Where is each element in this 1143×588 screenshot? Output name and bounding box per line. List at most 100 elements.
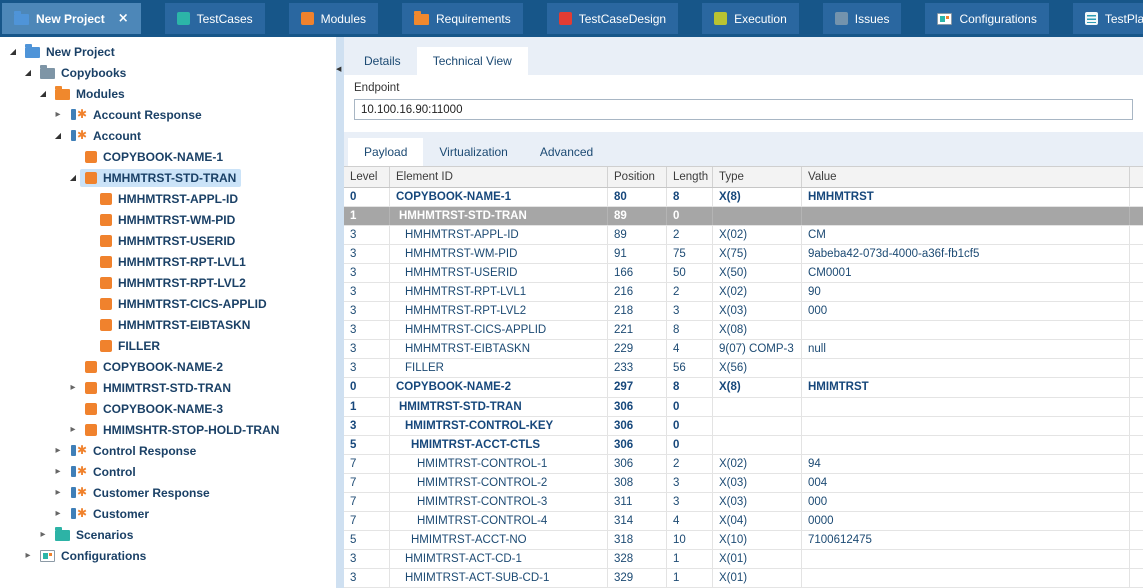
table-row[interactable]: 3HMIMTRST-ACT-CD-13281X(01) [344, 550, 1143, 569]
tab-testcases[interactable]: TestCases [165, 3, 265, 34]
tab-execution[interactable]: Execution [702, 3, 799, 34]
expand-arrow-icon[interactable]: ▸ [21, 550, 35, 561]
column-header-level[interactable]: Level [344, 167, 390, 187]
tree-item-hmimshtr-stop-hold-tran[interactable]: ▸HMIMSHTR-STOP-HOLD-TRAN [0, 419, 336, 440]
panel-splitter[interactable]: ◀ [336, 37, 344, 588]
table-row[interactable]: 1HMHMTRST-STD-TRAN890 [344, 207, 1143, 226]
table-row[interactable]: 1HMIMTRST-STD-TRAN3060 [344, 398, 1143, 417]
table-row[interactable]: 3HMIMTRST-ACT-SUB-CD-13291X(01) [344, 569, 1143, 588]
table-row[interactable]: 3HMIMTRST-CONTROL-KEY3060 [344, 417, 1143, 436]
endpoint-input[interactable] [354, 99, 1133, 120]
filler-cell [1130, 283, 1143, 301]
tree-item-copybook-name-1[interactable]: COPYBOOK-NAME-1 [0, 146, 336, 167]
tree-item-label: COPYBOOK-NAME-1 [103, 150, 223, 164]
expand-arrow-icon[interactable]: ▸ [66, 382, 80, 393]
type-cell: X(03) [713, 493, 802, 511]
tree-item-copybook-name-2[interactable]: COPYBOOK-NAME-2 [0, 356, 336, 377]
column-header-value[interactable]: Value [802, 167, 1130, 187]
tab-payload[interactable]: Payload [348, 138, 423, 166]
tab-testplanning[interactable]: TestPlanning [1073, 3, 1143, 34]
expand-arrow-icon[interactable]: ◢ [21, 68, 35, 77]
table-row[interactable]: 3HMHMTRST-RPT-LVL12162X(02)90 [344, 283, 1143, 302]
table-row[interactable]: 7HMIMTRST-CONTROL-43144X(04)0000 [344, 512, 1143, 531]
tree-item-copybook-name-3[interactable]: COPYBOOK-NAME-3 [0, 398, 336, 419]
table-row[interactable]: 3HMHMTRST-RPT-LVL22183X(03)000 [344, 302, 1143, 321]
tree-item-modules[interactable]: ◢Modules [0, 83, 336, 104]
tree-item-hmimtrst-std-tran[interactable]: ▸HMIMTRST-STD-TRAN [0, 377, 336, 398]
table-row[interactable]: 5HMIMTRST-ACCT-NO31810X(10)7100612475 [344, 531, 1143, 550]
tree-item-control-response[interactable]: ▸Control Response [0, 440, 336, 461]
expand-arrow-icon[interactable]: ▸ [51, 109, 65, 120]
tab-virtualization[interactable]: Virtualization [423, 138, 523, 166]
tree-item-new-project[interactable]: ◢New Project [0, 41, 336, 62]
tree-item-hmhmtrst-rpt-lvl1[interactable]: HMHMTRST-RPT-LVL1 [0, 251, 336, 272]
element-id-cell: HMIMTRST-CONTROL-3 [390, 493, 608, 511]
expand-arrow-icon[interactable]: ◢ [51, 131, 65, 140]
length-cell: 0 [667, 436, 713, 454]
requirements-folder-icon [414, 14, 429, 25]
tree-item-account[interactable]: ◢Account [0, 125, 336, 146]
position-cell: 306 [608, 455, 667, 473]
tree-item-hmhmtrst-cics-applid[interactable]: HMHMTRST-CICS-APPLID [0, 293, 336, 314]
table-row[interactable]: 5HMIMTRST-ACCT-CTLS3060 [344, 436, 1143, 455]
table-row[interactable]: 3FILLER23356X(56) [344, 359, 1143, 378]
tree-item-scenarios[interactable]: ▸Scenarios [0, 524, 336, 545]
tree-item-hmhmtrst-appl-id[interactable]: HMHMTRST-APPL-ID [0, 188, 336, 209]
tree-item-configurations[interactable]: ▸Configurations [0, 545, 336, 566]
tree-item-customer[interactable]: ▸Customer [0, 503, 336, 524]
expand-arrow-icon[interactable]: ▸ [51, 487, 65, 498]
tab-testcasedesign[interactable]: TestCaseDesign [547, 3, 678, 34]
column-header-type[interactable]: Type [713, 167, 802, 187]
column-header-length[interactable]: Length [667, 167, 713, 187]
tree-item-hmhmtrst-wm-pid[interactable]: HMHMTRST-WM-PID [0, 209, 336, 230]
tab-requirements[interactable]: Requirements [402, 3, 523, 34]
tab-modules[interactable]: Modules [289, 3, 378, 34]
table-row[interactable]: 3HMHMTRST-EIBTASKN22949(07) COMP-3null [344, 340, 1143, 359]
tree-item-account-response[interactable]: ▸Account Response [0, 104, 336, 125]
value-cell: CM [802, 226, 1130, 244]
expand-arrow-icon[interactable]: ◢ [6, 47, 20, 56]
tree-item-customer-response[interactable]: ▸Customer Response [0, 482, 336, 503]
expand-arrow-icon[interactable]: ◢ [66, 173, 80, 182]
column-header-position[interactable]: Position [608, 167, 667, 187]
tab-configurations[interactable]: Configurations [925, 3, 1048, 34]
tree-item-copybooks[interactable]: ◢Copybooks [0, 62, 336, 83]
configurations-window-icon [40, 550, 55, 562]
tree-item-hmhmtrst-eibtaskn[interactable]: HMHMTRST-EIBTASKN [0, 314, 336, 335]
type-cell: X(01) [713, 569, 802, 587]
expand-arrow-icon[interactable]: ▸ [51, 445, 65, 456]
tree-item-control[interactable]: ▸Control [0, 461, 336, 482]
table-row[interactable]: 0COPYBOOK-NAME-1808X(8)HMHMTRST [344, 188, 1143, 207]
module-component-icon [70, 444, 87, 457]
tab-technical-view[interactable]: Technical View [417, 47, 528, 75]
tree-item-hmhmtrst-std-tran[interactable]: ◢HMHMTRST-STD-TRAN [0, 167, 336, 188]
expand-arrow-icon[interactable]: ▸ [51, 508, 65, 519]
tab-new-project[interactable]: New Project× [2, 3, 141, 34]
table-row[interactable]: 3HMHMTRST-WM-PID9175X(75)9abeba42-073d-4… [344, 245, 1143, 264]
expand-arrow-icon[interactable]: ◢ [36, 89, 50, 98]
column-header-element-id[interactable]: Element ID [390, 167, 608, 187]
tab-issues[interactable]: Issues [823, 3, 902, 34]
expand-arrow-icon[interactable]: ▸ [51, 466, 65, 477]
expand-arrow-icon[interactable]: ▸ [36, 529, 50, 540]
table-row[interactable]: 0COPYBOOK-NAME-22978X(8)HMIMTRST [344, 378, 1143, 397]
tree-item-filler[interactable]: FILLER [0, 335, 336, 356]
close-tab-icon[interactable]: × [118, 12, 129, 25]
filler-cell [1130, 531, 1143, 549]
tree-item-hmhmtrst-userid[interactable]: HMHMTRST-USERID [0, 230, 336, 251]
table-row[interactable]: 3HMHMTRST-CICS-APPLID2218X(08) [344, 321, 1143, 340]
table-row[interactable]: 7HMIMTRST-CONTROL-23083X(03)004 [344, 474, 1143, 493]
tree-item-label: HMHMTRST-RPT-LVL1 [118, 255, 246, 269]
filler-cell [1130, 398, 1143, 416]
tab-advanced[interactable]: Advanced [524, 138, 609, 166]
expand-arrow-icon[interactable]: ▸ [66, 424, 80, 435]
configurations-window-icon [937, 13, 952, 25]
table-row[interactable]: 7HMIMTRST-CONTROL-13062X(02)94 [344, 455, 1143, 474]
element-id-cell: HMIMTRST-CONTROL-KEY [390, 417, 608, 435]
table-row[interactable]: 3HMHMTRST-APPL-ID892X(02)CM [344, 226, 1143, 245]
tab-details[interactable]: Details [348, 47, 417, 75]
tree-item-hmhmtrst-rpt-lvl2[interactable]: HMHMTRST-RPT-LVL2 [0, 272, 336, 293]
table-row[interactable]: 3HMHMTRST-USERID16650X(50)CM0001 [344, 264, 1143, 283]
table-row[interactable]: 7HMIMTRST-CONTROL-33113X(03)000 [344, 493, 1143, 512]
collapse-panel-icon[interactable]: ◀ [336, 65, 341, 73]
